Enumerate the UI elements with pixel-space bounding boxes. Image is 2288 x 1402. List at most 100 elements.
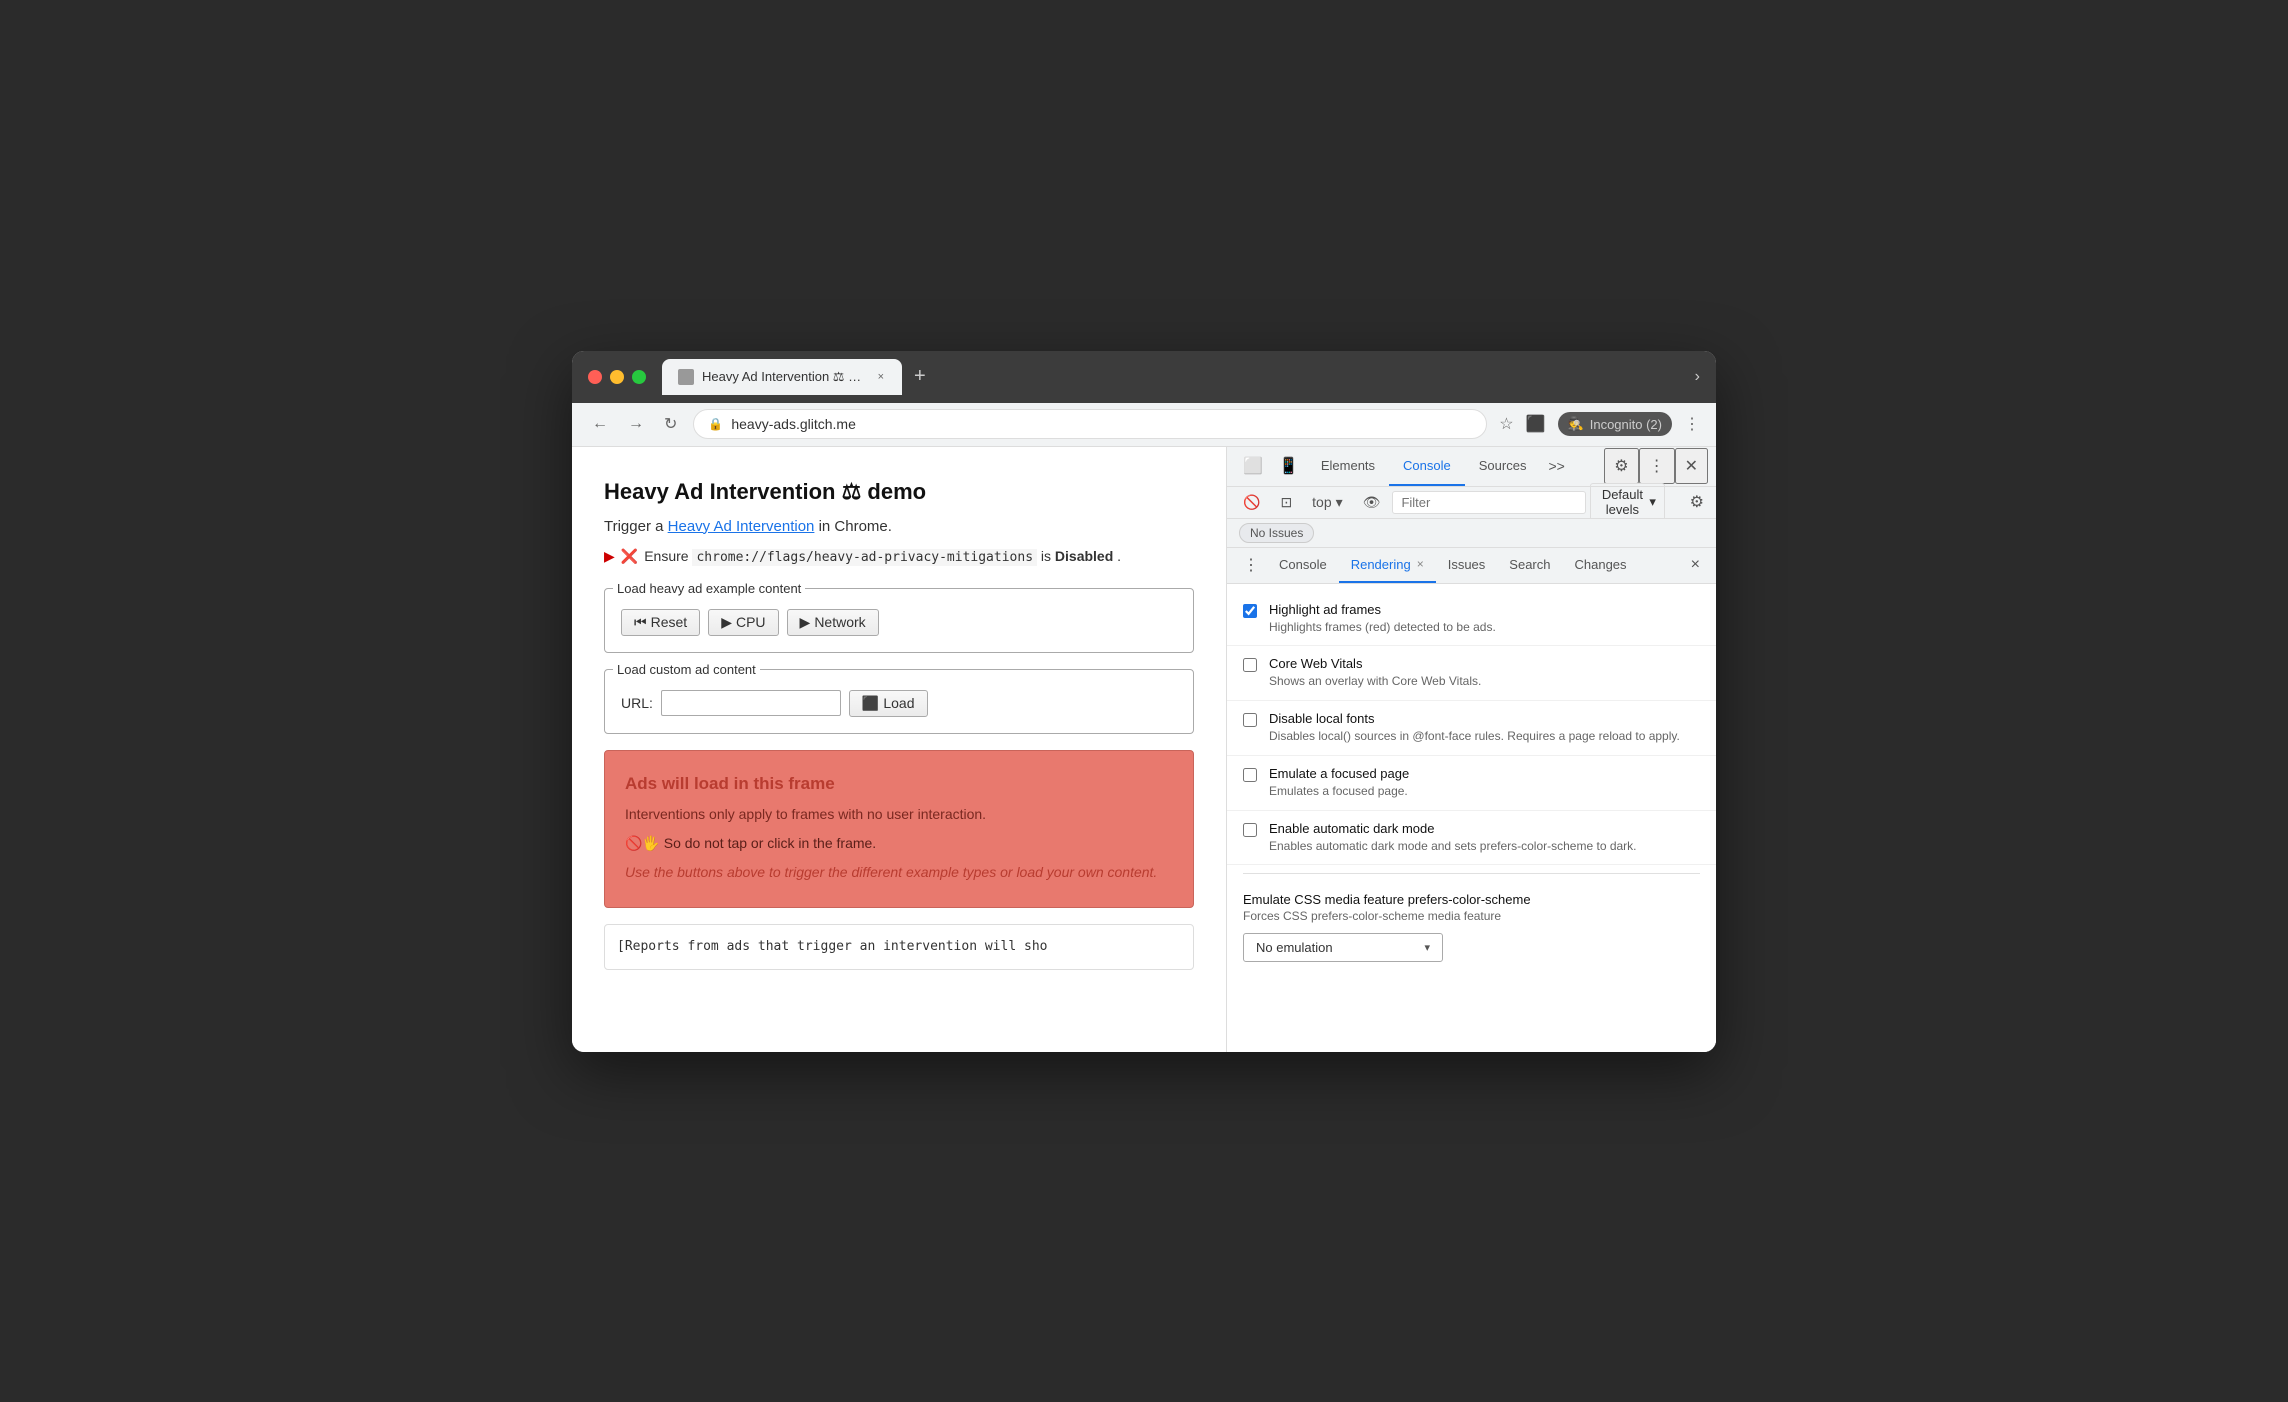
url-input-row: URL: ⬛ Load <box>621 690 1177 717</box>
inspect-element-button[interactable]: ⬜ <box>1235 450 1271 482</box>
emulate-focused-title: Emulate a focused page <box>1269 766 1700 781</box>
core-web-vitals-title: Core Web Vitals <box>1269 656 1700 671</box>
emulate-select-value: No emulation <box>1256 940 1416 955</box>
disable-local-fonts-checkbox[interactable] <box>1243 713 1257 727</box>
tab-sources[interactable]: Sources <box>1465 447 1541 487</box>
devtools-settings-button[interactable]: ⚙ <box>1604 448 1638 484</box>
rendering-item-disable-local-fonts: Disable local fonts Disables local() sou… <box>1227 701 1716 756</box>
network-button[interactable]: ▶ Network <box>787 609 879 636</box>
webpage-content: Heavy Ad Intervention ⚖ demo Trigger a H… <box>572 447 1227 1052</box>
ad-frame-warning: 🚫🖐 So do not tap or click in the frame. <box>625 833 1173 854</box>
rendering-tab-issues[interactable]: Issues <box>1436 547 1498 583</box>
context-selector[interactable]: top ▾ <box>1304 490 1351 515</box>
title-bar: Heavy Ad Intervention ⚖ dem... × + › <box>572 351 1716 403</box>
rendering-tab-search[interactable]: Search <box>1497 547 1562 583</box>
rendering-tab-search-label: Search <box>1509 557 1550 572</box>
maximize-window-button[interactable] <box>632 370 646 384</box>
more-tabs-devtools-button[interactable]: >> <box>1540 452 1572 480</box>
minimize-window-button[interactable] <box>610 370 624 384</box>
no-issues-badge: No Issues <box>1239 523 1314 543</box>
rendering-tab-issues-label: Issues <box>1448 557 1486 572</box>
incognito-icon: 🕵 <box>1568 416 1584 432</box>
tab-close-button[interactable]: × <box>876 369 886 385</box>
browser-tab[interactable]: Heavy Ad Intervention ⚖ dem... × <box>662 359 902 395</box>
heavy-ad-link[interactable]: Heavy Ad Intervention <box>668 518 815 535</box>
forward-button[interactable]: → <box>624 411 648 437</box>
section1-legend: Load heavy ad example content <box>613 579 805 599</box>
eye-button[interactable]: 👁 <box>1355 490 1389 515</box>
device-toolbar-button[interactable]: 📱 <box>1271 450 1307 482</box>
rendering-panel-close-button[interactable]: × <box>1683 552 1708 578</box>
auto-dark-mode-checkbox[interactable] <box>1243 823 1257 837</box>
address-actions: ☆ ⬛ 🕵 Incognito (2) ⋮ <box>1499 412 1700 436</box>
default-levels-arrow: ▾ <box>1649 494 1656 510</box>
toggle-drawer-button[interactable]: ⊡ <box>1272 490 1300 515</box>
network-icon: ▶ <box>800 614 811 631</box>
load-button[interactable]: ⬛ Load <box>849 690 928 717</box>
back-button[interactable]: ← <box>588 411 612 437</box>
filter-input[interactable] <box>1392 491 1586 514</box>
rendering-tabs: ⋮ Console Rendering × Issues Search Chan… <box>1227 548 1716 584</box>
devtools-more-button[interactable]: ⋮ <box>1639 448 1675 484</box>
rendering-tab-console-label: Console <box>1279 557 1327 572</box>
new-tab-button[interactable]: + <box>906 361 934 392</box>
extensions-icon[interactable]: ⬛ <box>1526 414 1546 434</box>
main-content: Heavy Ad Intervention ⚖ demo Trigger a H… <box>572 447 1716 1052</box>
page-title: Heavy Ad Intervention ⚖ demo <box>604 475 1194 508</box>
emulate-desc: Forces CSS prefers-color-scheme media fe… <box>1243 909 1700 923</box>
highlight-ad-title: Highlight ad frames <box>1269 602 1700 617</box>
url-label: URL: <box>621 693 653 714</box>
network-label: Network <box>814 614 865 630</box>
flag-disabled: Disabled <box>1055 548 1113 564</box>
core-web-vitals-checkbox[interactable] <box>1243 658 1257 672</box>
reset-button[interactable]: ⏮ Reset <box>621 609 700 636</box>
incognito-badge: 🕵 Incognito (2) <box>1558 412 1672 436</box>
rendering-item-highlight-ad: Highlight ad frames Highlights frames (r… <box>1227 592 1716 647</box>
tab-sources-label: Sources <box>1479 458 1527 473</box>
clear-console-button[interactable]: 🚫 <box>1235 490 1268 515</box>
flag-x-icon: ❌ <box>621 546 638 567</box>
auto-dark-mode-desc: Enables automatic dark mode and sets pre… <box>1269 838 1700 855</box>
ad-frame-italic: Use the buttons above to trigger the dif… <box>625 862 1173 883</box>
url-bar[interactable]: 🔒 heavy-ads.glitch.me <box>693 409 1487 439</box>
refresh-button[interactable]: ↻ <box>660 410 681 438</box>
url-input[interactable] <box>661 690 841 716</box>
tab-console-label: Console <box>1403 458 1451 473</box>
console-log: [Reports from ads that trigger an interv… <box>604 924 1194 970</box>
auto-dark-mode-title: Enable automatic dark mode <box>1269 821 1700 836</box>
emulate-select[interactable]: No emulation ▾ <box>1243 933 1443 962</box>
more-tabs-button[interactable]: › <box>1695 368 1700 386</box>
rendering-tab-changes[interactable]: Changes <box>1563 547 1639 583</box>
rendering-tab-rendering[interactable]: Rendering × <box>1339 547 1436 583</box>
browser-window: Heavy Ad Intervention ⚖ dem... × + › ← →… <box>572 351 1716 1052</box>
address-bar: ← → ↻ 🔒 heavy-ads.glitch.me ☆ ⬛ 🕵 Incogn… <box>572 403 1716 447</box>
rendering-tabs-dots[interactable]: ⋮ <box>1235 549 1267 581</box>
flag-note: ▶ ❌ Ensure chrome://flags/heavy-ad-priva… <box>604 546 1194 568</box>
close-window-button[interactable] <box>588 370 602 384</box>
devtools-panel: ⬜ 📱 Elements Console Sources >> ⚙ ⋮ ✕ 🚫 <box>1227 447 1716 1052</box>
devtools-console-toolbar: 🚫 ⊡ top ▾ 👁 Default levels ▾ ⚙ <box>1227 487 1716 519</box>
default-levels-button[interactable]: Default levels ▾ <box>1590 483 1664 521</box>
tab-console[interactable]: Console <box>1389 447 1465 487</box>
emulate-title: Emulate CSS media feature prefers-color-… <box>1243 892 1700 907</box>
highlight-ad-checkbox[interactable] <box>1243 604 1257 618</box>
emulate-focused-checkbox[interactable] <box>1243 768 1257 782</box>
devtools-close-button[interactable]: ✕ <box>1675 448 1708 484</box>
rendering-close-button[interactable]: × <box>1417 557 1424 571</box>
context-dropdown-icon: ▾ <box>1336 494 1343 511</box>
bookmark-icon[interactable]: ☆ <box>1499 414 1513 434</box>
tab-favicon-icon <box>678 369 694 385</box>
rendering-tab-console[interactable]: Console <box>1267 547 1339 583</box>
load-icon: ⬛ <box>862 695 879 712</box>
emulate-focused-desc: Emulates a focused page. <box>1269 783 1700 800</box>
tab-elements[interactable]: Elements <box>1307 447 1389 487</box>
rendering-divider <box>1243 873 1700 874</box>
incognito-label: Incognito (2) <box>1590 417 1662 432</box>
browser-menu-button[interactable]: ⋮ <box>1684 414 1700 434</box>
load-custom-ad-section: Load custom ad content URL: ⬛ Load <box>604 669 1194 734</box>
cpu-button[interactable]: ▶ CPU <box>708 609 778 636</box>
traffic-lights <box>588 370 646 384</box>
console-settings-button[interactable]: ⚙ <box>1686 488 1708 516</box>
lock-icon: 🔒 <box>708 417 723 431</box>
flag-arrow-icon: ▶ <box>604 546 615 567</box>
